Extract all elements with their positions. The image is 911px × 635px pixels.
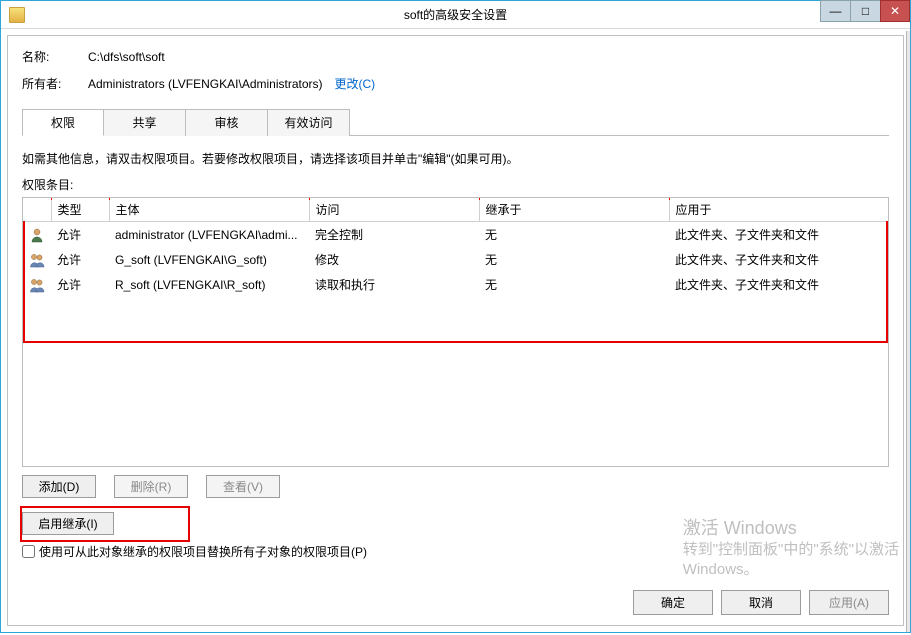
instructions-text: 如需其他信息，请双击权限项目。若要修改权限项目，请选择该项目并单击"编辑"(如果… [22, 150, 889, 168]
entries-label: 权限条目: [22, 176, 889, 193]
column-applies-to[interactable]: 应用于 [669, 198, 888, 222]
add-button[interactable]: 添加(D) [22, 475, 96, 498]
user-icon [29, 227, 45, 243]
table-header-row: 类型 主体 访问 继承于 应用于 [23, 198, 888, 222]
owner-value: Administrators (LVFENGKAI\Administrators… [88, 77, 323, 91]
entry-buttons-row: 添加(D) 删除(R) 查看(V) [22, 475, 889, 498]
tab-share[interactable]: 共享 [104, 109, 186, 136]
group-icon [29, 277, 45, 293]
cell-applies-to: 此文件夹、子文件夹和文件 [669, 247, 888, 272]
column-access[interactable]: 访问 [309, 198, 479, 222]
folder-icon [9, 7, 25, 23]
group-icon [29, 252, 45, 268]
tabs: 权限 共享 审核 有效访问 [22, 108, 889, 136]
cell-applies-to: 此文件夹、子文件夹和文件 [669, 222, 888, 248]
column-inherited-from[interactable]: 继承于 [479, 198, 669, 222]
column-type[interactable]: 类型 [51, 198, 109, 222]
table-row[interactable]: 允许administrator (LVFENGKAI\admi...完全控制无此… [23, 222, 888, 248]
cell-principal: administrator (LVFENGKAI\admi... [109, 222, 309, 248]
tab-effective-access[interactable]: 有效访问 [268, 109, 350, 136]
apply-button: 应用(A) [809, 590, 889, 615]
name-row: 名称: C:\dfs\soft\soft [22, 48, 889, 65]
watermark-line3: Windows。 [683, 560, 899, 580]
cell-inherited-from: 无 [479, 272, 669, 297]
cancel-button[interactable]: 取消 [721, 590, 801, 615]
column-principal[interactable]: 主体 [109, 198, 309, 222]
table-row[interactable]: 允许R_soft (LVFENGKAI\R_soft)读取和执行无此文件夹、子文… [23, 272, 888, 297]
titlebar[interactable]: soft的高级安全设置 — □ ✕ [1, 1, 910, 29]
replace-child-permissions-row: 使用可从此对象继承的权限项目替换所有子对象的权限项目(P) [22, 543, 889, 560]
advanced-security-settings-window: soft的高级安全设置 — □ ✕ 名称: C:\dfs\soft\soft 所… [0, 0, 911, 633]
replace-child-permissions-checkbox[interactable] [22, 545, 35, 558]
remove-button: 删除(R) [114, 475, 188, 498]
view-button: 查看(V) [206, 475, 280, 498]
cell-type: 允许 [51, 272, 109, 297]
dialog-button-row: 确定 取消 应用(A) [633, 590, 889, 615]
cell-principal: R_soft (LVFENGKAI\R_soft) [109, 272, 309, 297]
right-edge-strip [906, 31, 910, 632]
cell-principal: G_soft (LVFENGKAI\G_soft) [109, 247, 309, 272]
maximize-button[interactable]: □ [850, 0, 880, 22]
table-row[interactable]: 允许G_soft (LVFENGKAI\G_soft)修改无此文件夹、子文件夹和… [23, 247, 888, 272]
tab-permissions[interactable]: 权限 [22, 109, 104, 136]
cell-inherited-from: 无 [479, 222, 669, 248]
dialog-content: 名称: C:\dfs\soft\soft 所有者: Administrators… [7, 35, 904, 626]
permission-entries-list[interactable]: 类型 主体 访问 继承于 应用于 允许administrator (LVFENG… [22, 197, 889, 467]
name-label: 名称: [22, 48, 88, 65]
cell-access: 修改 [309, 247, 479, 272]
cell-access: 完全控制 [309, 222, 479, 248]
cell-type: 允许 [51, 247, 109, 272]
minimize-button[interactable]: — [820, 0, 850, 22]
cell-applies-to: 此文件夹、子文件夹和文件 [669, 272, 888, 297]
close-button[interactable]: ✕ [880, 0, 910, 22]
replace-child-permissions-label: 使用可从此对象继承的权限项目替换所有子对象的权限项目(P) [39, 543, 367, 560]
name-value: C:\dfs\soft\soft [88, 50, 165, 64]
cell-access: 读取和执行 [309, 272, 479, 297]
cell-inherited-from: 无 [479, 247, 669, 272]
cell-type: 允许 [51, 222, 109, 248]
permissions-table: 类型 主体 访问 继承于 应用于 允许administrator (LVFENG… [23, 198, 888, 297]
ok-button[interactable]: 确定 [633, 590, 713, 615]
owner-row: 所有者: Administrators (LVFENGKAI\Administr… [22, 75, 889, 92]
owner-label: 所有者: [22, 75, 88, 92]
enable-inheritance-button[interactable]: 启用继承(I) [22, 512, 114, 535]
window-title: soft的高级安全设置 [1, 6, 910, 23]
tab-audit[interactable]: 审核 [186, 109, 268, 136]
window-controls: — □ ✕ [820, 1, 910, 28]
change-owner-link[interactable]: 更改(C) [335, 75, 376, 92]
column-icon[interactable] [23, 198, 51, 222]
